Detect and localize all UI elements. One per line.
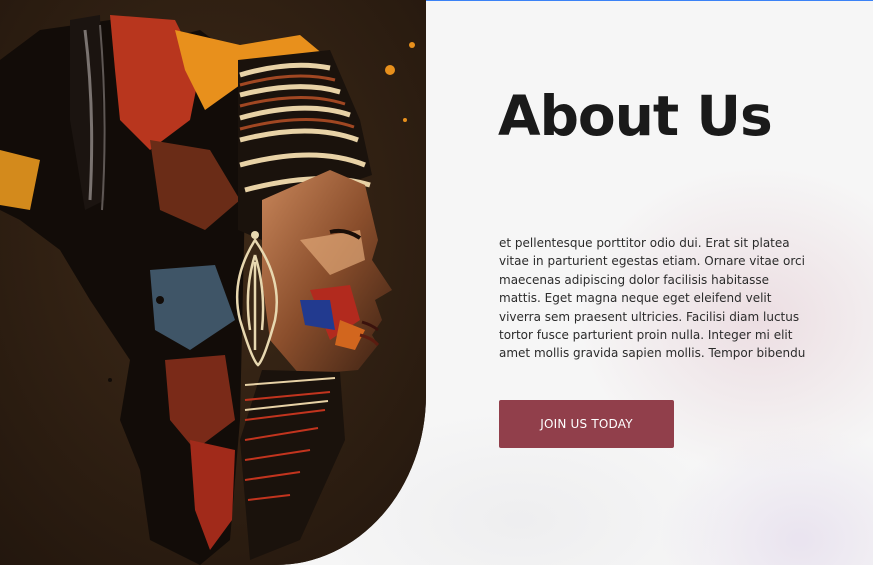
hero-artwork-image <box>0 0 426 565</box>
about-section: About Us et pellentesque porttitor odio … <box>0 0 873 565</box>
join-us-button[interactable]: JOIN US TODAY <box>499 400 674 448</box>
page-title: About Us <box>498 84 773 148</box>
about-description: et pellentesque porttitor odio dui. Erat… <box>499 236 806 361</box>
